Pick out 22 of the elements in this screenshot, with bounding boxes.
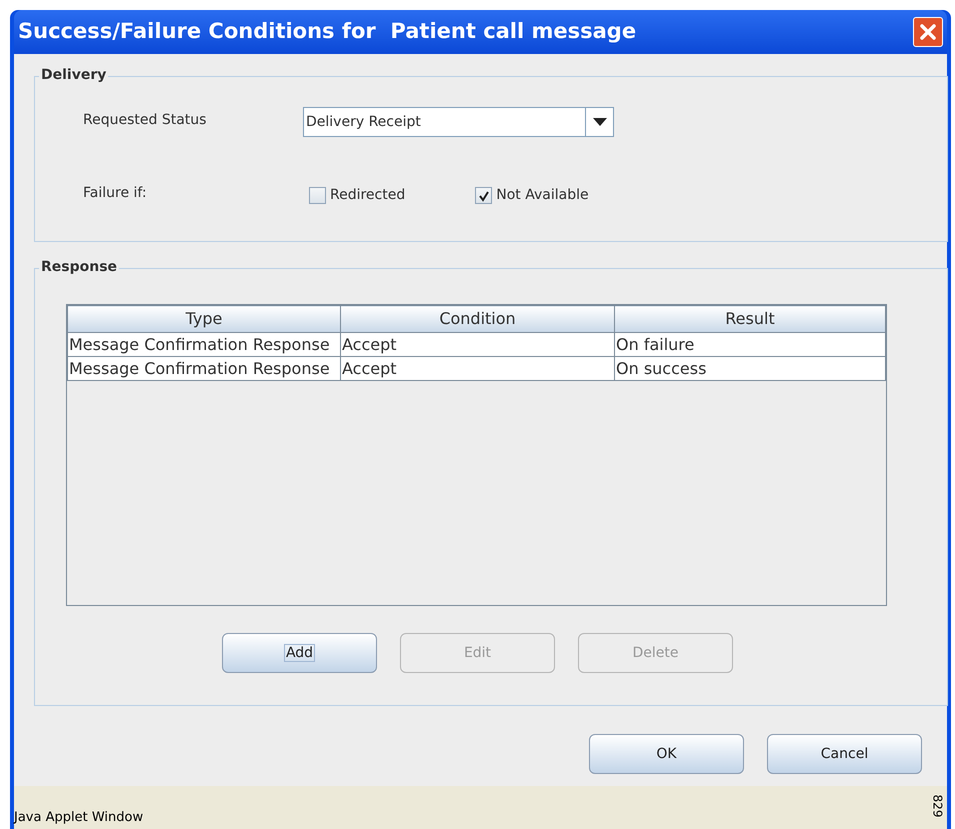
dropdown-arrow-icon (592, 118, 606, 126)
status-text: Java Applet Window (14, 808, 144, 826)
table-cell: On success (614, 356, 886, 380)
column-header[interactable]: Condition (340, 306, 614, 332)
action-button[interactable]: Add (222, 633, 377, 673)
column-header[interactable]: Type (68, 306, 340, 332)
close-icon (919, 23, 937, 41)
checkbox[interactable] (309, 187, 326, 204)
dialog-button[interactable]: Cancel (767, 734, 922, 774)
window-title: Success/Failure Conditions for Patient call message (18, 18, 636, 46)
requested-status-dropdown[interactable]: Delivery Receipt (303, 107, 614, 137)
checkbox-label: Not Available (496, 186, 589, 205)
requested-status-label: Requested Status (83, 110, 208, 130)
table-cell: Message Confirmation Response (68, 356, 340, 380)
failure-if-label: Failure if: (83, 184, 148, 203)
checkbox[interactable] (475, 187, 492, 204)
table-cell: Accept (340, 356, 614, 380)
close-button[interactable] (913, 17, 943, 47)
dialog-button[interactable]: OK (589, 734, 744, 774)
figure-number: 829 (930, 794, 946, 818)
column-header[interactable]: Result (614, 306, 886, 332)
checkbox-label: Redirected (330, 186, 406, 205)
